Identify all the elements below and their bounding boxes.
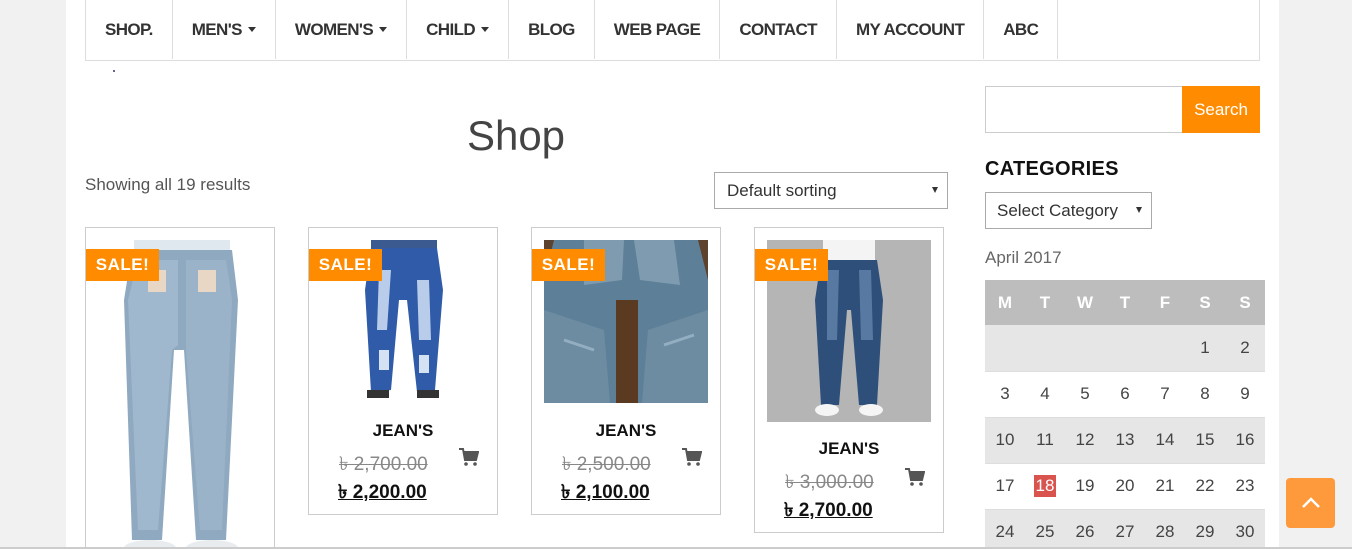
calendar-week: 1 2 xyxy=(985,325,1265,372)
product-sale-price: ৳ 2,100.00 xyxy=(561,482,650,503)
calendar-day: 15 xyxy=(1185,417,1225,464)
calendar-weekday-row: M T W T F S S xyxy=(985,280,1265,325)
calendar-day: 26 xyxy=(1065,509,1105,549)
calendar-day: 24 xyxy=(985,509,1025,549)
product-sale-price: ৳ 2,700.00 xyxy=(784,500,873,521)
product-card[interactable]: SALE! JEAN'S ৳ 3,000.00 ৳ 2,700.00 xyxy=(754,227,944,533)
product-card[interactable]: SALE! xyxy=(85,227,275,549)
calendar-day: 17 xyxy=(985,463,1025,510)
chevron-up-icon xyxy=(1301,497,1320,508)
sale-badge: SALE! xyxy=(86,249,159,281)
product-name[interactable]: JEAN'S xyxy=(309,421,497,441)
calendar-day: 11 xyxy=(1025,417,1065,464)
product-sale-price: ৳ 2,200.00 xyxy=(338,482,427,503)
dropdown-arrow-icon xyxy=(932,187,938,193)
categories-title: CATEGORIES xyxy=(985,158,1119,180)
cart-icon[interactable] xyxy=(459,448,479,466)
calendar-week: 10 11 12 13 14 15 16 xyxy=(985,417,1265,464)
calendar-day: 28 xyxy=(1145,509,1185,549)
calendar-day: 19 xyxy=(1065,463,1105,510)
weekday: M xyxy=(985,280,1025,325)
calendar-day: 22 xyxy=(1185,463,1225,510)
sale-badge: SALE! xyxy=(309,249,382,281)
today-marker: 18 xyxy=(1033,475,1057,497)
calendar-day: 5 xyxy=(1065,371,1105,418)
calendar-week: 3 4 5 6 7 8 9 xyxy=(985,371,1265,418)
calendar-day: 10 xyxy=(985,417,1025,464)
calendar-day: 29 xyxy=(1185,509,1225,549)
sorting-value: Default sorting xyxy=(727,181,837,200)
sorting-select[interactable]: Default sorting xyxy=(714,172,948,209)
product-card[interactable]: SALE! JEAN'S ৳ 2,700.00 ৳ 2,200.00 xyxy=(308,227,498,515)
page-container: SHOP. MEN'S WOMEN'S CHILD BLOG WEB PAGE … xyxy=(66,0,1279,549)
product-image[interactable] xyxy=(98,240,262,549)
weekday: S xyxy=(1185,280,1225,325)
nav-item-contact[interactable]: CONTACT xyxy=(720,0,837,59)
weekday: S xyxy=(1225,280,1265,325)
category-select-value: Select Category xyxy=(997,201,1118,220)
calendar-day: 4 xyxy=(1025,371,1065,418)
calendar-day: 7 xyxy=(1145,371,1185,418)
calendar-day: 14 xyxy=(1145,417,1185,464)
calendar-week: 17 18 19 20 21 22 23 xyxy=(985,463,1265,510)
nav-item-mens[interactable]: MEN'S xyxy=(173,0,276,59)
nav-item-child[interactable]: CHILD xyxy=(407,0,510,59)
calendar-day: 30 xyxy=(1225,509,1265,549)
calendar-day: 3 xyxy=(985,371,1025,418)
calendar: M T W T F S S 1 2 3 4 5 6 7 8 9 10 11 12… xyxy=(985,280,1265,549)
caret-down-icon xyxy=(247,27,256,32)
scroll-to-top-button[interactable] xyxy=(1286,478,1335,528)
calendar-day: 8 xyxy=(1185,371,1225,418)
product-name[interactable]: JEAN'S xyxy=(755,439,943,459)
calendar-day: 27 xyxy=(1105,509,1145,549)
results-count: Showing all 19 results xyxy=(85,175,251,194)
cart-icon[interactable] xyxy=(905,468,925,486)
search-button[interactable]: Search xyxy=(1182,86,1260,133)
weekday: W xyxy=(1065,280,1105,325)
calendar-day xyxy=(1025,325,1065,372)
page-title: Shop xyxy=(466,112,566,159)
calendar-day xyxy=(985,325,1025,372)
nav-item-my-account[interactable]: MY ACCOUNT xyxy=(837,0,985,59)
product-card[interactable]: SALE! JEAN'S ৳ 2,500.00 ৳ 2,100.00 xyxy=(531,227,721,515)
dropdown-arrow-icon xyxy=(1136,207,1142,213)
calendar-day: 1 xyxy=(1185,325,1225,372)
calendar-day xyxy=(1065,325,1105,372)
weekday: F xyxy=(1145,280,1185,325)
calendar-day: 6 xyxy=(1105,371,1145,418)
calendar-day xyxy=(1105,325,1145,372)
calendar-day: 13 xyxy=(1105,417,1145,464)
search-input[interactable] xyxy=(985,86,1183,133)
calendar-caption: April 2017 xyxy=(985,248,1062,267)
category-select[interactable]: Select Category xyxy=(985,192,1152,229)
calendar-week: 24 25 26 27 28 29 30 xyxy=(985,509,1265,549)
sale-badge: SALE! xyxy=(755,249,828,281)
nav-item-blog[interactable]: BLOG xyxy=(509,0,595,59)
calendar-day: 12 xyxy=(1065,417,1105,464)
nav-item-abc[interactable]: ABC xyxy=(984,0,1059,59)
calendar-day: 21 xyxy=(1145,463,1185,510)
calendar-day xyxy=(1145,325,1185,372)
main-nav: SHOP. MEN'S WOMEN'S CHILD BLOG WEB PAGE … xyxy=(85,0,1260,61)
nav-item-shop[interactable]: SHOP. xyxy=(86,0,173,59)
calendar-day: 16 xyxy=(1225,417,1265,464)
calendar-day-today[interactable]: 18 xyxy=(1025,463,1065,510)
decorative-dot xyxy=(113,70,115,72)
caret-down-icon xyxy=(379,27,388,32)
calendar-day: 25 xyxy=(1025,509,1065,549)
weekday: T xyxy=(1105,280,1145,325)
caret-down-icon xyxy=(481,27,490,32)
calendar-day: 2 xyxy=(1225,325,1265,372)
sale-badge: SALE! xyxy=(532,249,605,281)
calendar-day: 9 xyxy=(1225,371,1265,418)
product-name[interactable]: JEAN'S xyxy=(532,421,720,441)
calendar-day: 20 xyxy=(1105,463,1145,510)
nav-item-womens[interactable]: WOMEN'S xyxy=(276,0,408,59)
cart-icon[interactable] xyxy=(682,448,702,466)
calendar-day: 23 xyxy=(1225,463,1265,510)
nav-item-web-page[interactable]: WEB PAGE xyxy=(595,0,721,59)
weekday: T xyxy=(1025,280,1065,325)
